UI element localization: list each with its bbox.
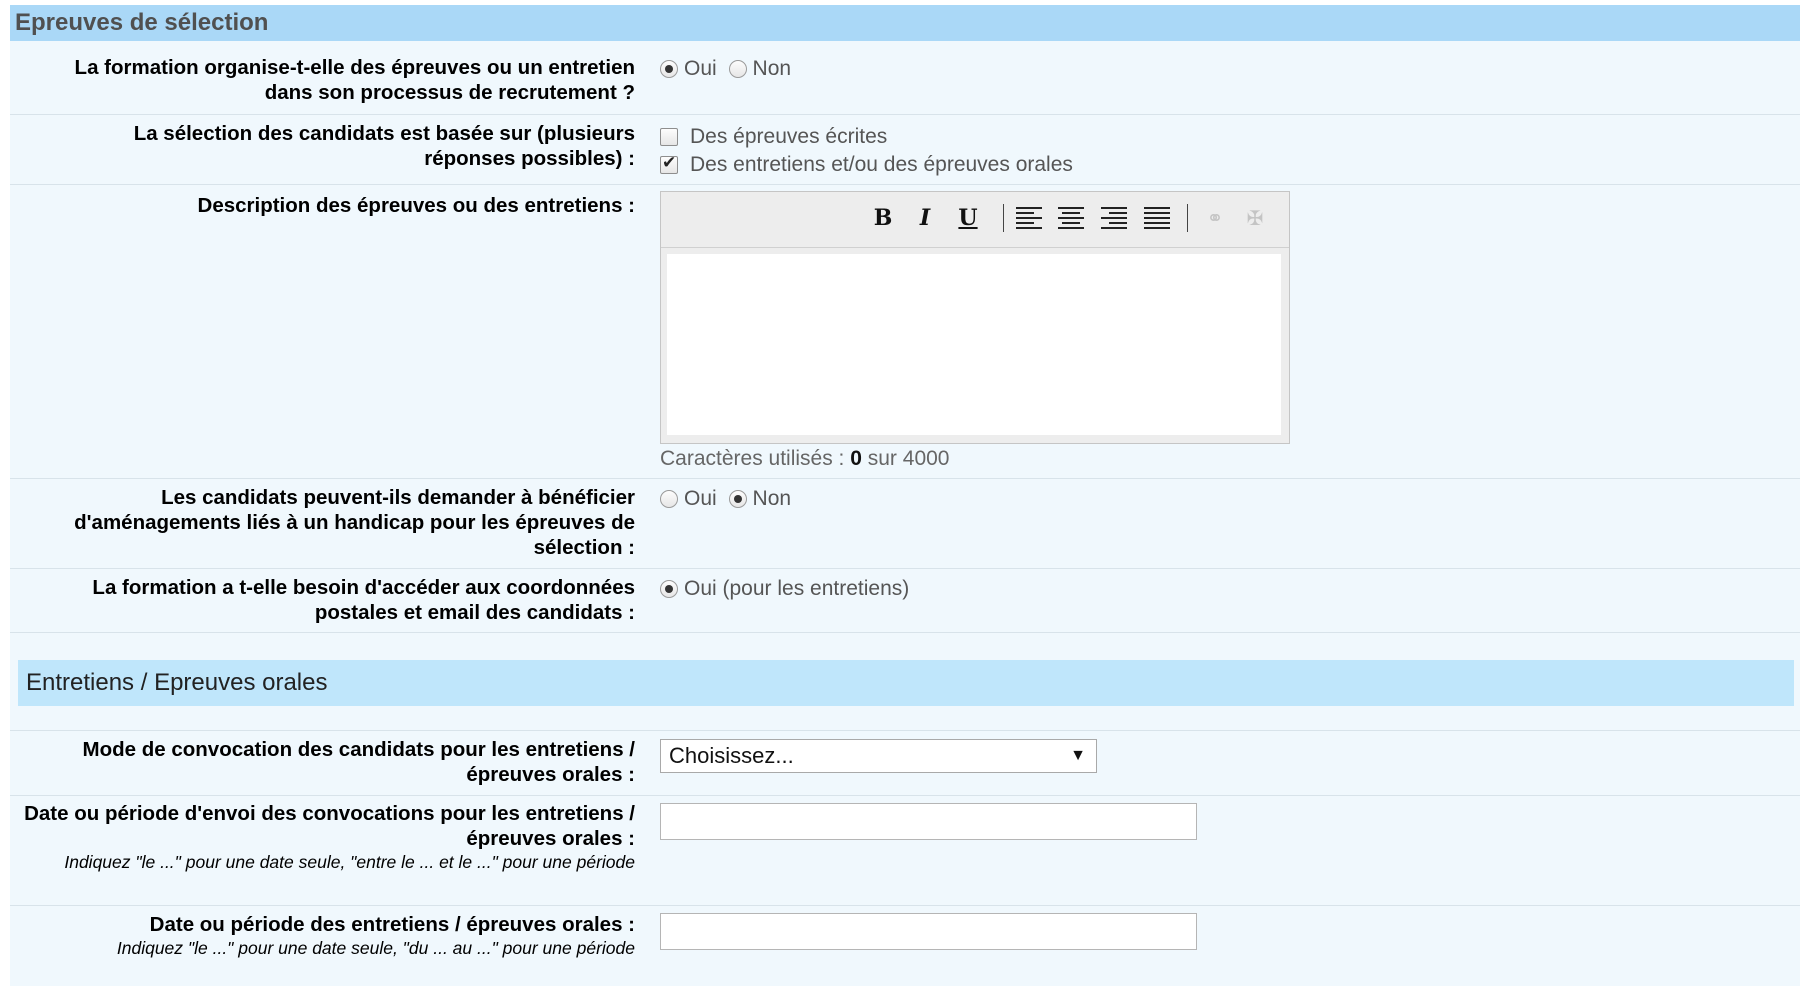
question-contact-access: La formation a t-elle besoin d'accéder a… <box>10 569 1800 633</box>
radio-label: Oui (pour les entretiens) <box>684 577 910 601</box>
convocation-mode-select[interactable]: Choisissez... ▼ <box>660 739 1097 773</box>
radio-button[interactable] <box>728 490 747 509</box>
checkbox[interactable] <box>660 128 678 146</box>
radio-button[interactable] <box>728 60 747 79</box>
radio-oui[interactable]: Oui <box>660 487 717 511</box>
question-label: Les candidats peuvent-ils demander à bén… <box>74 486 635 559</box>
question-label: Date ou période d'envoi des convocations… <box>15 801 635 873</box>
question-selection-basis: La sélection des candidats est basée sur… <box>10 115 1800 185</box>
question-label: La formation a t-elle besoin d'accéder a… <box>92 576 635 624</box>
align-left-icon[interactable] <box>1016 207 1042 229</box>
checkbox[interactable] <box>660 153 678 174</box>
recruitment-tests-radio-group: Oui Non <box>660 57 797 81</box>
toolbar-separator <box>1187 204 1188 232</box>
checkbox-written-tests[interactable]: Des épreuves écrites <box>660 123 1073 151</box>
radio-label: Non <box>752 487 792 511</box>
radio-non[interactable]: Non <box>728 57 792 81</box>
contact-access-radio-group: Oui (pour les entretiens) <box>660 577 915 601</box>
interview-date-input[interactable] <box>660 913 1197 950</box>
bold-icon[interactable]: B <box>869 204 897 232</box>
checkbox-label: Des entretiens et/ou des épreuves orales <box>690 153 1073 176</box>
question-hint: Indiquez "le ..." pour une date seule, "… <box>116 938 635 958</box>
question-label: La sélection des candidats est basée sur… <box>133 122 635 170</box>
question-convocation-send-date: Date ou période d'envoi des convocations… <box>10 795 1800 906</box>
italic-icon[interactable]: I <box>911 204 939 232</box>
radio-label: Oui <box>684 487 717 511</box>
radio-oui-entretiens[interactable]: Oui (pour les entretiens) <box>660 577 909 601</box>
dropdown-arrow-icon: ▼ <box>1070 747 1086 764</box>
radio-non[interactable]: Non <box>728 487 792 511</box>
question-hint: Indiquez "le ..." pour une date seule, "… <box>64 852 635 872</box>
question-disability-accommodation: Les candidats peuvent-ils demander à bén… <box>10 479 1800 569</box>
counter-suffix: sur 4000 <box>861 447 950 470</box>
radio-label: Oui <box>684 57 717 81</box>
question-label: La formation organise-t-elle des épreuve… <box>74 56 635 104</box>
selection-basis-checkbox-group: Des épreuves écrites Des entretiens et/o… <box>660 123 1079 179</box>
editor-toolbar: B I U ⚭ ✠ <box>661 192 1289 248</box>
question-description: Description des épreuves ou des entretie… <box>10 185 1800 479</box>
toolbar-separator <box>1003 204 1004 232</box>
align-center-icon[interactable] <box>1058 207 1084 229</box>
link-icon[interactable]: ⚭ <box>1201 204 1229 232</box>
checkbox-oral-tests[interactable]: Des entretiens et/ou des épreuves orales <box>660 151 1073 179</box>
subsection-title: Entretiens / Epreuves orales <box>18 660 1794 706</box>
radio-label: Non <box>752 57 792 81</box>
checkbox-label: Des épreuves écrites <box>690 125 888 148</box>
question-label: Description des épreuves ou des entretie… <box>197 194 635 217</box>
convocation-send-date-input[interactable] <box>660 803 1197 840</box>
question-recruitment-tests: La formation organise-t-elle des épreuve… <box>10 41 1800 115</box>
character-counter: Caractères utilisés : 0 sur 4000 <box>660 447 949 471</box>
section-title: Epreuves de sélection <box>10 5 1800 41</box>
select-value: Choisissez... <box>669 743 794 768</box>
radio-button[interactable] <box>660 490 678 509</box>
question-label-text: Date ou période des entretiens / épreuve… <box>149 913 635 936</box>
description-textarea[interactable] <box>667 254 1281 435</box>
underline-icon[interactable]: U <box>954 204 982 232</box>
counter-prefix: Caractères utilisés : <box>660 447 851 470</box>
question-label: Mode de convocation des candidats pour l… <box>82 738 635 786</box>
counter-value: 0 <box>850 447 862 470</box>
accommodation-radio-group: Oui Non <box>660 487 797 511</box>
radio-oui[interactable]: Oui <box>660 57 717 81</box>
unlink-icon[interactable]: ✠ <box>1241 204 1269 232</box>
radio-button[interactable] <box>660 60 678 79</box>
question-convocation-mode: Mode de convocation des candidats pour l… <box>10 730 1800 796</box>
question-label-text: Date ou période d'envoi des convocations… <box>24 802 635 850</box>
question-interview-date: Date ou période des entretiens / épreuve… <box>10 906 1800 986</box>
rich-text-editor: B I U ⚭ ✠ <box>660 191 1290 444</box>
radio-button[interactable] <box>660 580 678 599</box>
align-right-icon[interactable] <box>1101 207 1127 229</box>
align-justify-icon[interactable] <box>1144 207 1170 229</box>
question-label: Date ou période des entretiens / épreuve… <box>15 912 635 959</box>
